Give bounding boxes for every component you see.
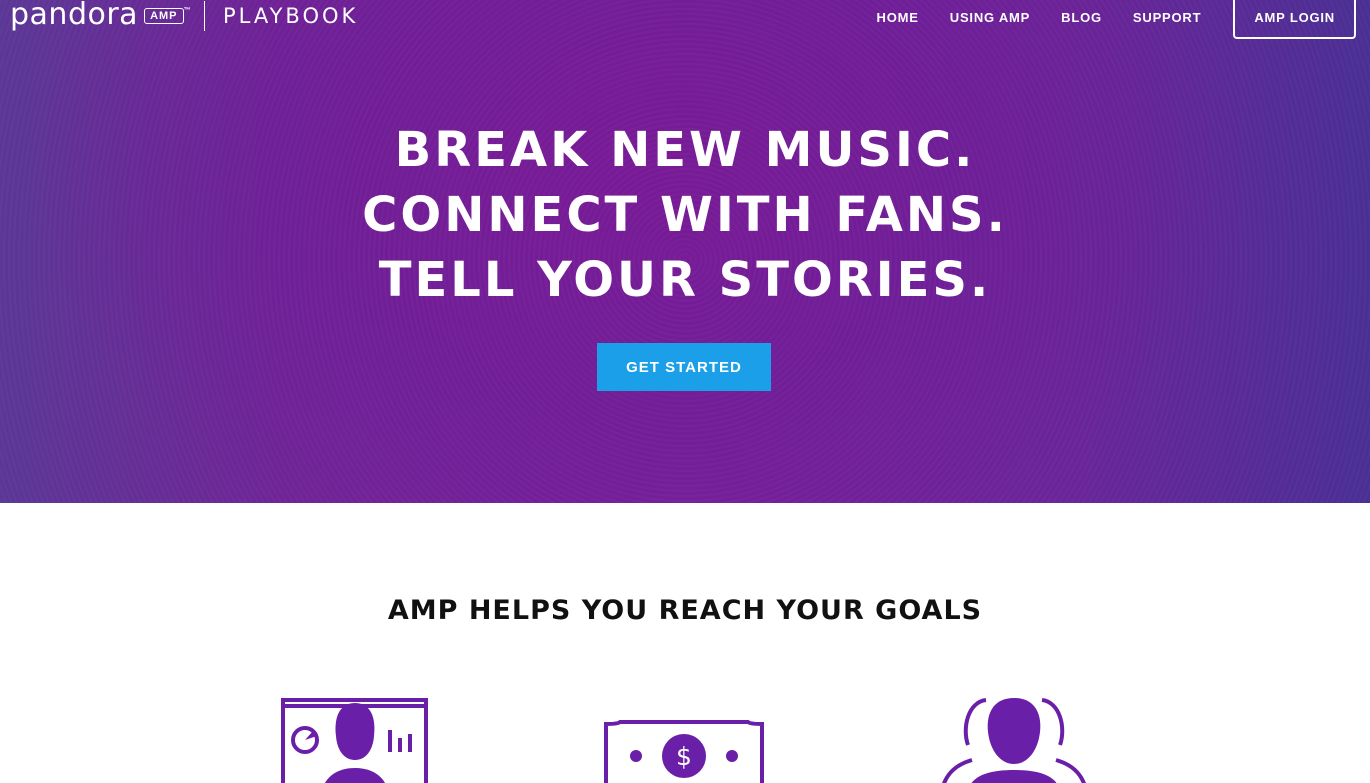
nav-using-amp[interactable]: USING AMP [950, 0, 1030, 25]
brand-logo[interactable]: pandora AMP ™ PLAYBOOK [10, 0, 358, 36]
fans-icon [942, 698, 1086, 783]
nav-home[interactable]: HOME [877, 0, 919, 25]
top-nav: HOME USING AMP BLOG SUPPORT AMP LOGIN [846, 0, 1356, 39]
headline-line-3: TELL YOUR STORIES. [378, 252, 992, 308]
dollar-sign: $ [676, 742, 692, 771]
nav-support[interactable]: SUPPORT [1133, 0, 1201, 25]
nav-blog[interactable]: BLOG [1061, 0, 1102, 25]
headline-line-2: CONNECT WITH FANS. [362, 187, 1008, 243]
get-started-button[interactable]: GET STARTED [597, 343, 771, 391]
goals-title: AMP HELPS YOU REACH YOUR GOALS [387, 595, 983, 626]
money-bill-icon: $ [604, 720, 764, 783]
headline-line-1: BREAK NEW MUSIC. [394, 122, 976, 178]
brand-product-name: PLAYBOOK [223, 4, 359, 28]
brand-amp-badge: AMP ™ [144, 7, 191, 24]
hero-headline: BREAK NEW MUSIC. CONNECT WITH FANS. TELL… [0, 118, 1370, 313]
hero-banner: pandora AMP ™ PLAYBOOK HOME USING AMP BLO… [0, 0, 1370, 503]
brand-wordmark: pandora [10, 0, 139, 32]
artist-dashboard-icon [281, 698, 428, 783]
amp-login-button[interactable]: AMP LOGIN [1233, 0, 1356, 39]
brand-divider [203, 1, 206, 31]
brand-amp-label: AMP [150, 10, 178, 22]
brand-trademark: ™ [183, 7, 192, 14]
